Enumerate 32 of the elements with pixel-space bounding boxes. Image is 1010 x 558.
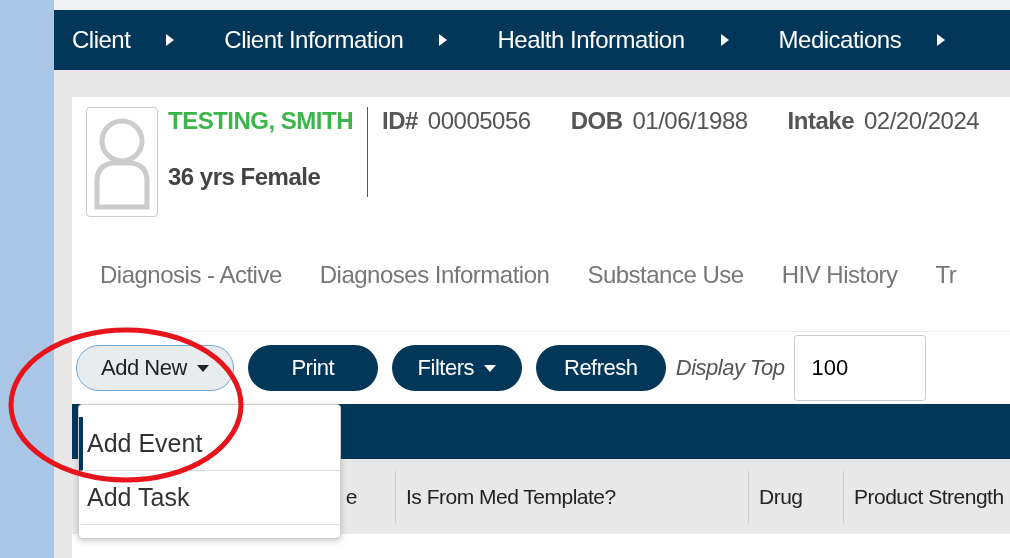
display-top-field[interactable]: 100 xyxy=(794,335,927,401)
client-summary: 36 yrs Female xyxy=(168,163,322,191)
column-header[interactable]: Product Strength xyxy=(843,470,1010,523)
tab[interactable]: Substance Use xyxy=(587,261,744,331)
field-label: DOB xyxy=(570,107,623,136)
field-value: 01/06/1988 xyxy=(632,107,748,136)
toolbar-button[interactable]: Print xyxy=(247,345,378,391)
menu-item[interactable]: Add Task xyxy=(79,471,340,525)
field-value: 00005056 xyxy=(427,107,531,136)
column-header[interactable]: Is From Med Template? xyxy=(395,470,748,523)
column-header[interactable]: Drug xyxy=(748,470,843,523)
field-value: 02/20/2024 xyxy=(864,107,980,136)
client-name: TESTING, SMITH xyxy=(168,107,353,135)
caret-icon xyxy=(166,34,175,46)
tab[interactable]: HIV History xyxy=(781,261,898,331)
field-label: ID# xyxy=(382,107,418,136)
tab[interactable]: Diagnosis - Active xyxy=(100,261,282,331)
breadcrumb-link[interactable]: Client xyxy=(72,26,131,54)
caret-icon xyxy=(439,34,448,46)
breadcrumb-link[interactable]: Medications xyxy=(778,26,902,54)
toolbar-button[interactable]: Add New xyxy=(76,345,234,391)
caret-icon xyxy=(720,34,729,46)
breadcrumb-link[interactable]: Health Information xyxy=(497,26,685,54)
caret-icon xyxy=(937,34,946,46)
tab[interactable]: Diagnoses Information xyxy=(319,261,550,331)
tab[interactable]: Tr xyxy=(935,261,957,331)
field-label: Intake xyxy=(787,107,854,136)
menu-item[interactable]: Add Event xyxy=(79,417,340,471)
breadcrumb-link[interactable]: Client Information xyxy=(224,26,404,54)
toolbar-button[interactable]: Filters xyxy=(391,345,522,391)
display-top-label: Display Top xyxy=(675,355,785,381)
toolbar-button[interactable]: Refresh xyxy=(535,345,666,391)
